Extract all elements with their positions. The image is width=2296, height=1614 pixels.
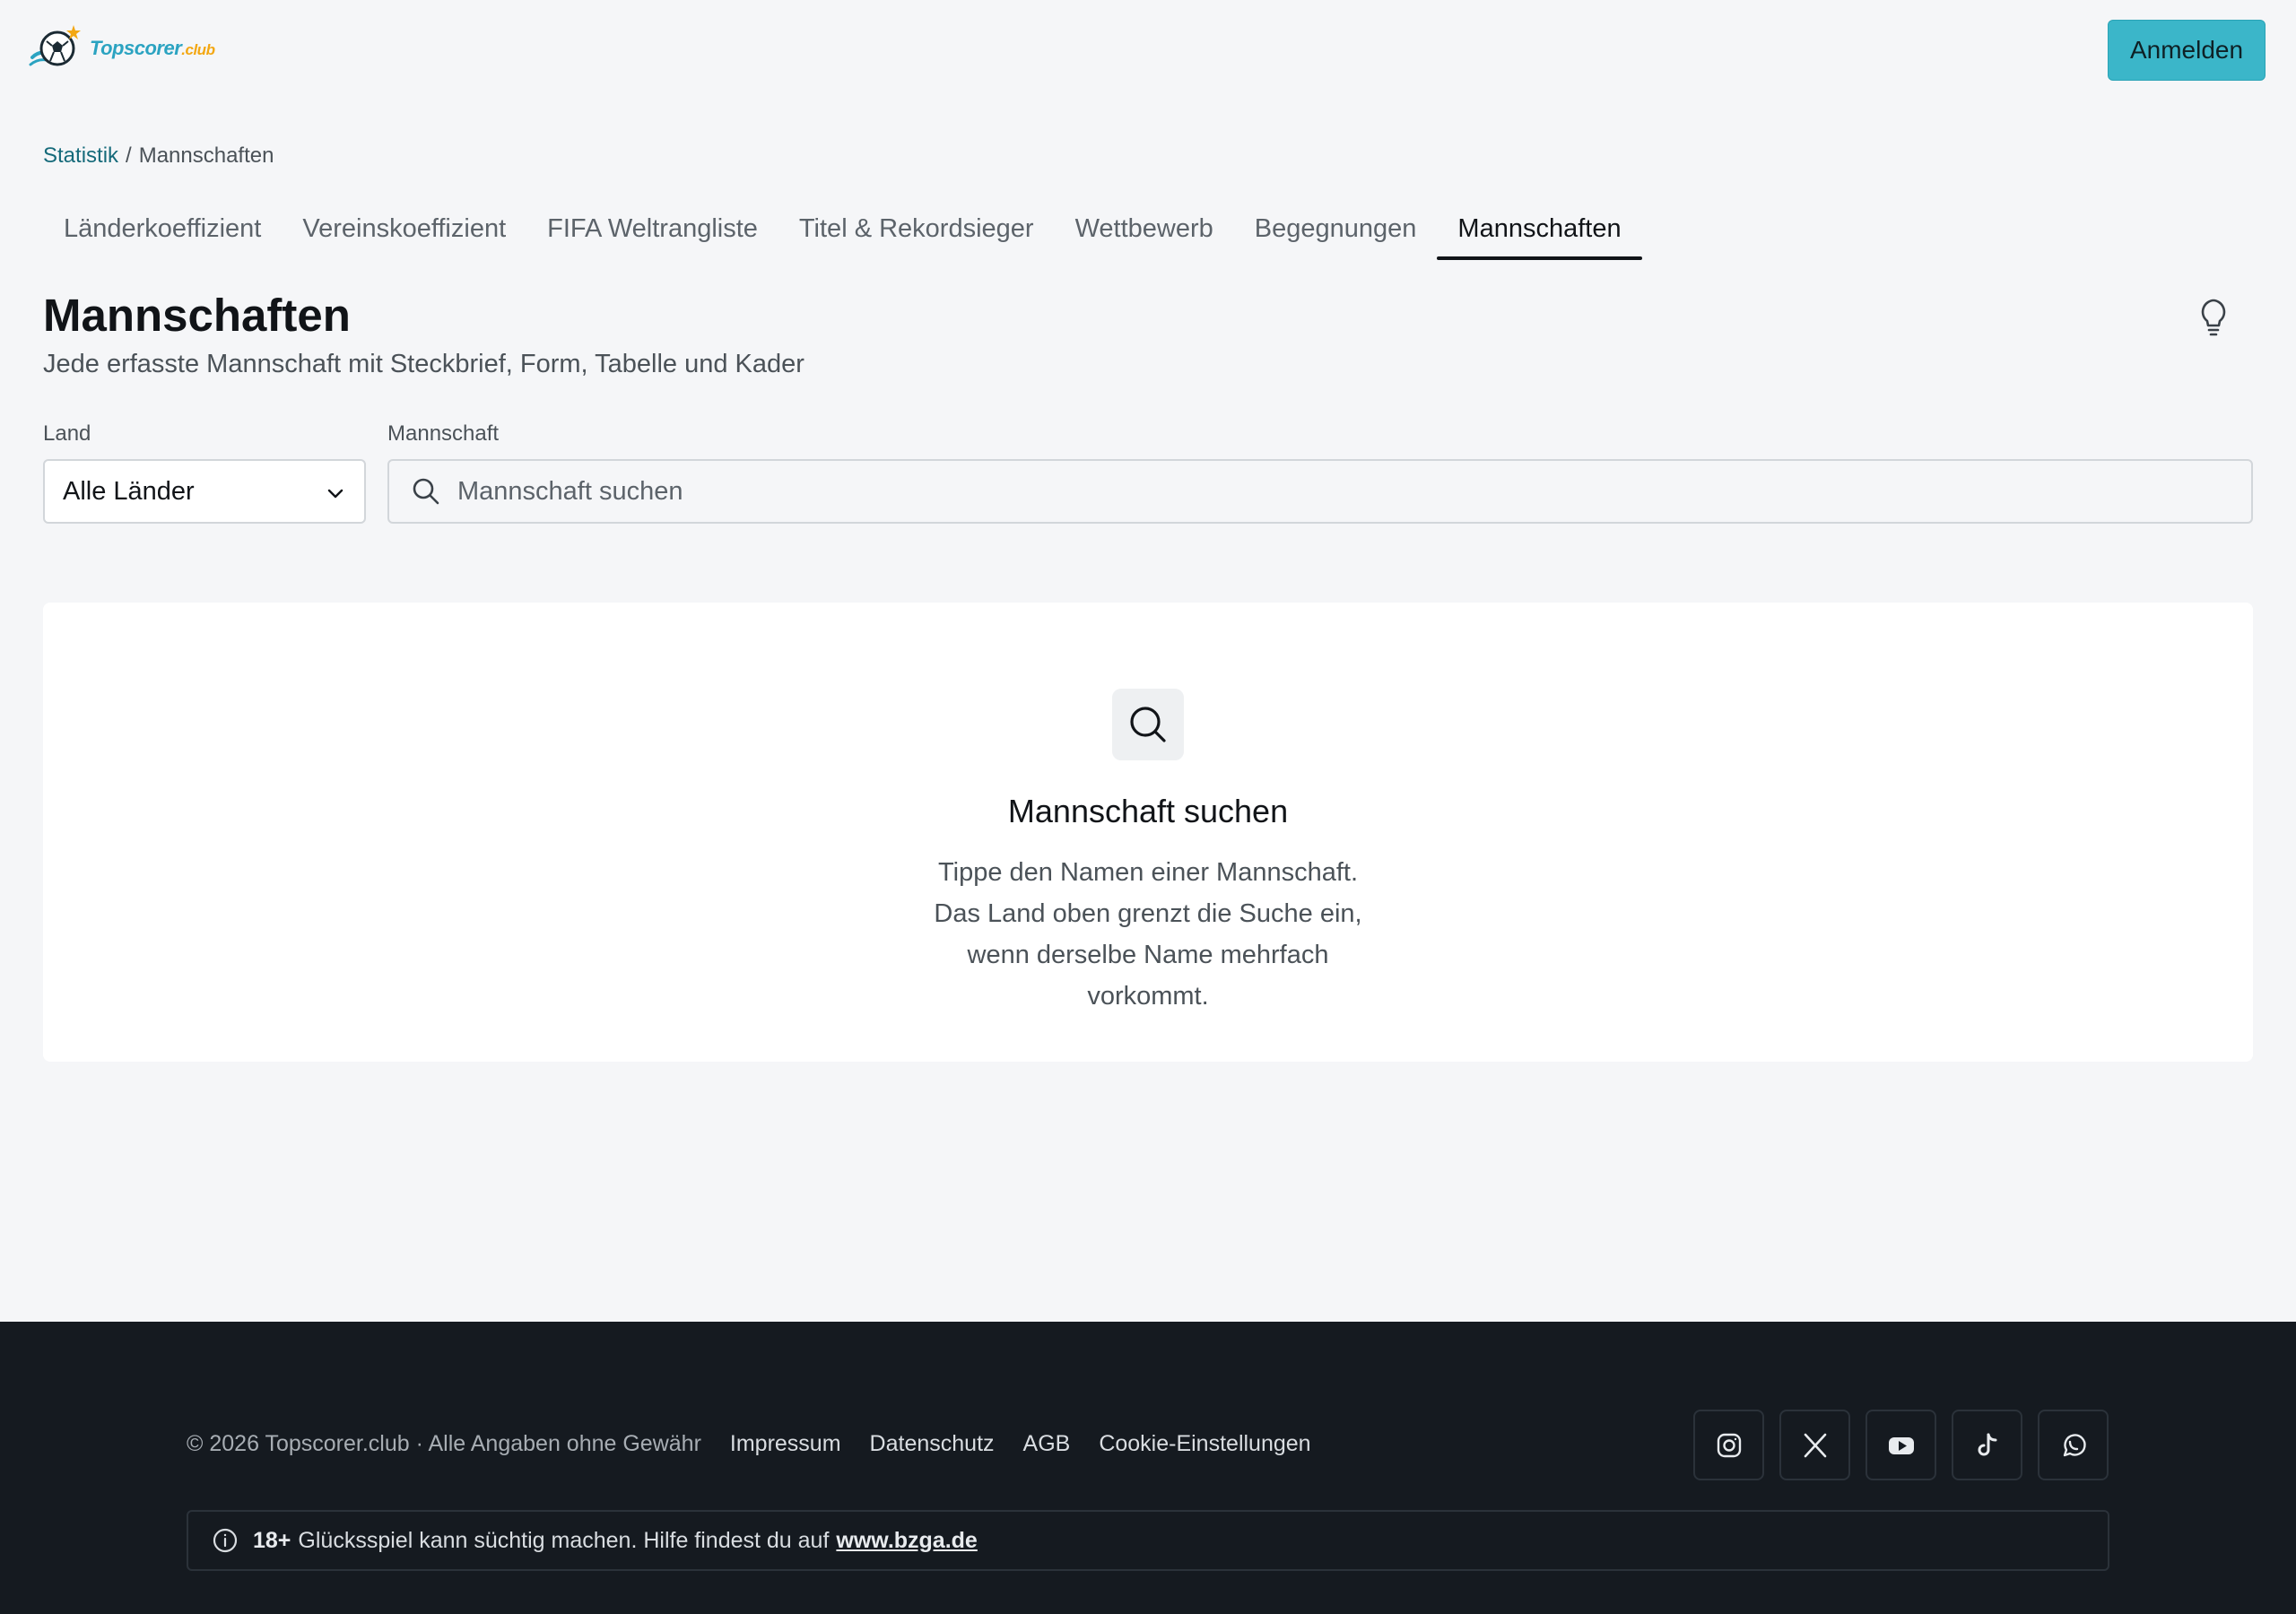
breadcrumb-link-statistik[interactable]: Statistik xyxy=(43,143,118,169)
site-footer: © 2026 Topscorer.club · Alle Angaben ohn… xyxy=(0,1322,2296,1614)
empty-state-icon-wrap xyxy=(1112,689,1184,760)
statistics-tabs: Länderkoeffizient Vereinskoeffizient FIF… xyxy=(43,197,1642,260)
breadcrumb-current: Mannschaften xyxy=(138,143,274,168)
page-subtitle: Jede erfasste Mannschaft mit Steckbrief,… xyxy=(43,350,804,378)
tab-begegnungen[interactable]: Begegnungen xyxy=(1234,197,1438,260)
country-select-value: Alle Länder xyxy=(63,476,195,506)
footer-links-row: © 2026 Topscorer.club · Alle Angaben ohn… xyxy=(187,1431,1340,1457)
gambling-warning-text: Glücksspiel kann süchtig machen. Hilfe f… xyxy=(298,1527,830,1553)
tab-fifa-weltrangliste[interactable]: FIFA Weltrangliste xyxy=(526,197,778,260)
search-icon xyxy=(413,478,439,505)
youtube-button[interactable] xyxy=(1866,1410,1936,1480)
x-icon xyxy=(1804,1433,1826,1457)
whatsapp-button[interactable] xyxy=(2038,1410,2109,1480)
breadcrumb-separator: / xyxy=(126,143,132,168)
team-search-box[interactable] xyxy=(387,459,2253,524)
site-logo[interactable]: Topscorer .club xyxy=(29,23,215,74)
site-header: Topscorer .club Anmelden xyxy=(0,0,2296,100)
tab-mannschaften[interactable]: Mannschaften xyxy=(1437,197,1642,260)
footer-copyright: © 2026 Topscorer.club · Alle Angaben ohn… xyxy=(187,1431,701,1456)
login-button[interactable]: Anmelden xyxy=(2108,20,2266,81)
instagram-icon xyxy=(1717,1433,1741,1457)
chevron-down-icon xyxy=(327,489,344,499)
footer-link-datenschutz[interactable]: Datenschutz xyxy=(870,1431,995,1457)
tab-titel-rekordsieger[interactable]: Titel & Rekordsieger xyxy=(778,197,1055,260)
x-button[interactable] xyxy=(1779,1410,1850,1480)
whatsapp-icon xyxy=(2063,1433,2086,1456)
youtube-icon xyxy=(1888,1436,1914,1454)
tab-vereinskoeffizient[interactable]: Vereinskoeffizient xyxy=(282,197,526,260)
bzga-link[interactable]: www.bzga.de xyxy=(836,1528,977,1554)
empty-state-card: Mannschaft suchen Tippe den Namen einer … xyxy=(43,603,2253,1062)
info-icon xyxy=(213,1528,238,1553)
footer-link-impressum[interactable]: Impressum xyxy=(730,1431,841,1457)
age-badge: 18+ xyxy=(253,1527,291,1553)
team-filter-label: Mannschaft xyxy=(387,421,500,446)
social-links xyxy=(1693,1410,2109,1480)
breadcrumb: Statistik / Mannschaften xyxy=(43,143,274,169)
tiktok-button[interactable] xyxy=(1952,1410,2022,1480)
tab-wettbewerb[interactable]: Wettbewerb xyxy=(1055,197,1234,260)
footer-link-agb[interactable]: AGB xyxy=(1023,1431,1071,1457)
search-icon xyxy=(1130,707,1166,742)
team-search-input[interactable] xyxy=(457,476,2161,507)
tab-laenderkoeffizient[interactable]: Länderkoeffizient xyxy=(43,197,282,260)
country-select[interactable]: Alle Länder xyxy=(43,459,366,524)
empty-state-title: Mannschaft suchen xyxy=(1007,793,1289,829)
country-filter-label: Land xyxy=(43,421,91,446)
empty-state-text: Tippe den Namen einer Mannschaft. Das La… xyxy=(934,858,1362,1011)
soccer-ball-logo-icon xyxy=(29,25,81,66)
footer-link-cookie-settings[interactable]: Cookie-Einstellungen xyxy=(1099,1431,1310,1457)
page-title: Mannschaften xyxy=(43,290,351,341)
instagram-button[interactable] xyxy=(1693,1410,1764,1480)
logo-tld: .club xyxy=(181,41,215,58)
tiktok-icon xyxy=(1978,1433,1996,1455)
gambling-warning: 18+ Glücksspiel kann süchtig machen. Hil… xyxy=(187,1510,2109,1571)
logo-wordmark: Topscorer .club xyxy=(90,37,215,60)
logo-name: Topscorer xyxy=(90,37,182,59)
lightbulb-icon[interactable] xyxy=(2197,298,2230,337)
